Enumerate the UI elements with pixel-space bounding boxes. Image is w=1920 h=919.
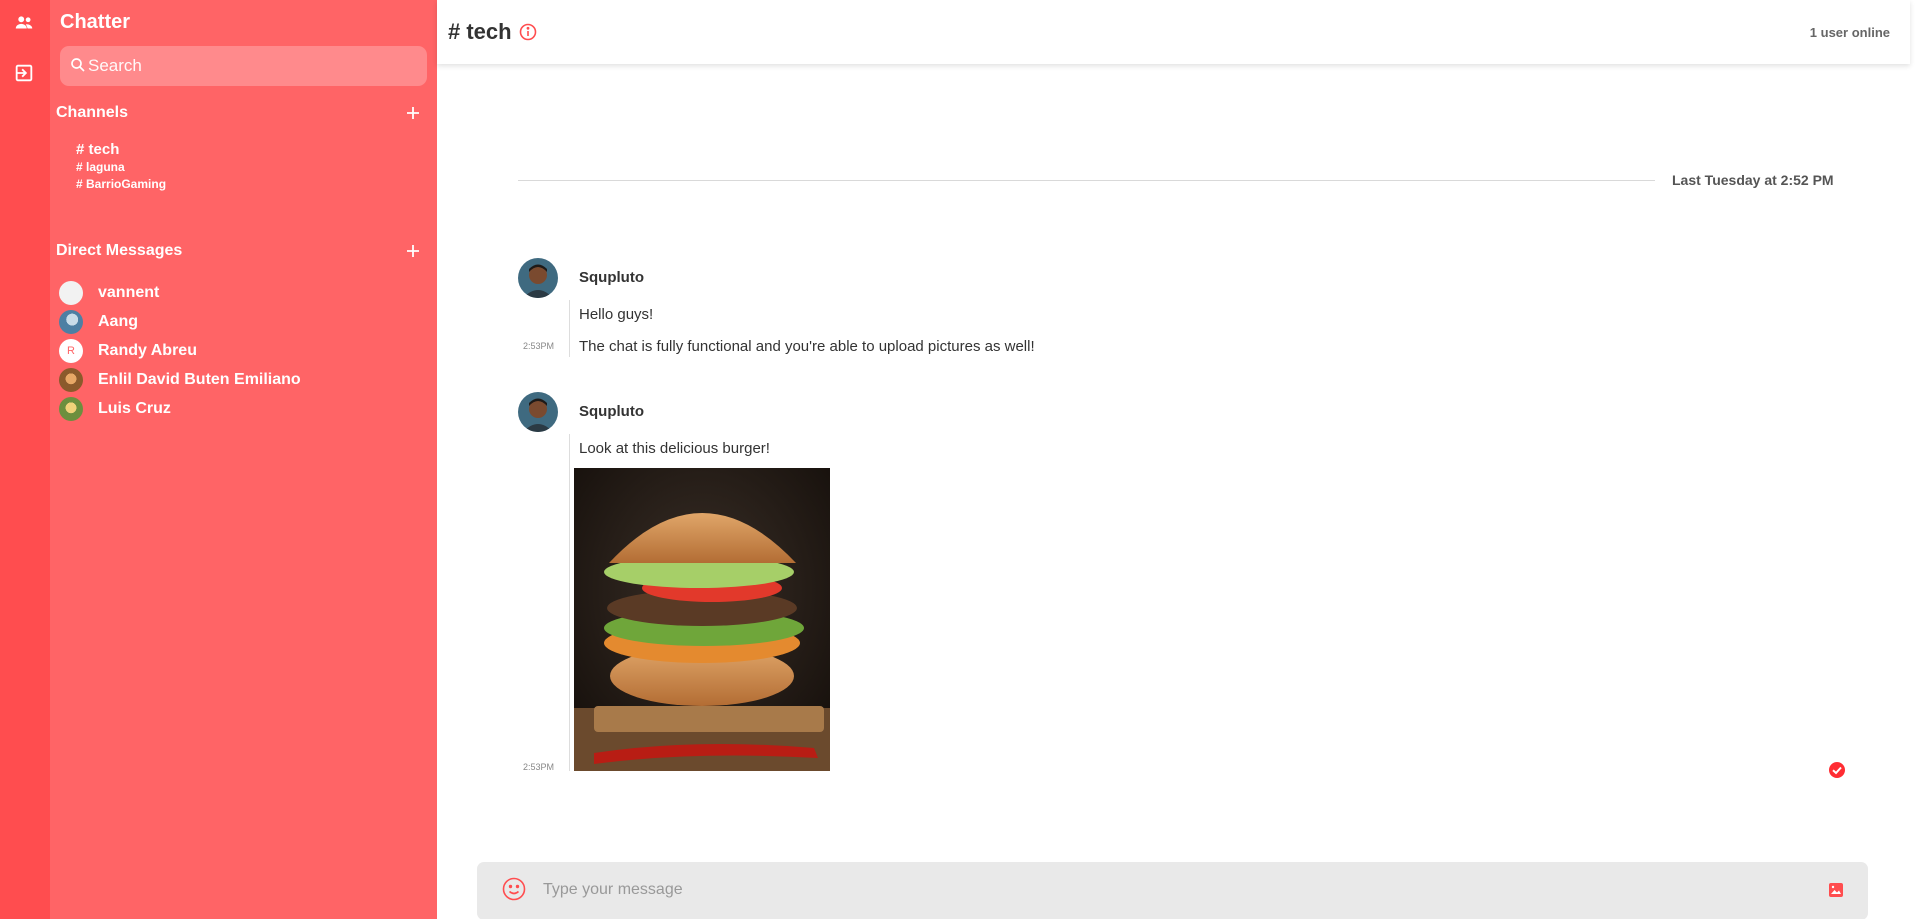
message-composer bbox=[477, 862, 1868, 919]
dm-name: Aang bbox=[98, 312, 138, 330]
dm-item-randy-abreu[interactable]: R Randy Abreu bbox=[59, 336, 301, 365]
app-name: Chatter bbox=[60, 11, 131, 33]
message-group-line bbox=[569, 434, 570, 771]
dm-name: Luis Cruz bbox=[98, 399, 171, 417]
message-author: Squpluto bbox=[579, 269, 644, 286]
date-divider: Last Tuesday at 2:52 PM bbox=[1672, 172, 1834, 188]
channel-item-barriogaming[interactable]: # BarrioGaming bbox=[76, 176, 166, 193]
dm-name: vannent bbox=[98, 283, 160, 301]
avatar-initial: R bbox=[67, 344, 75, 357]
search-input[interactable] bbox=[88, 46, 418, 86]
message-text: The chat is fully functional and you're … bbox=[579, 338, 1035, 355]
search-box[interactable] bbox=[60, 46, 427, 86]
avatar[interactable] bbox=[518, 392, 558, 432]
add-direct-message-button[interactable] bbox=[404, 242, 422, 260]
image-upload-icon[interactable] bbox=[1828, 882, 1844, 898]
dm-name: Enlil David Buten Emiliano bbox=[98, 370, 301, 388]
search-icon bbox=[71, 58, 85, 72]
avatar bbox=[59, 309, 83, 334]
channels-title: Channels bbox=[56, 104, 129, 121]
check-circle-icon bbox=[1829, 762, 1845, 778]
message-time: 2:53PM bbox=[523, 341, 555, 351]
icon-rail bbox=[0, 0, 50, 919]
sidebar: Chatter Channels # tech # laguna # Barri… bbox=[50, 0, 437, 919]
emoji-icon[interactable] bbox=[501, 876, 527, 902]
dm-item-aang[interactable]: Aang bbox=[59, 307, 301, 336]
date-divider-line bbox=[518, 180, 1655, 181]
message-group-line bbox=[569, 300, 570, 357]
direct-messages-title: Direct Messages bbox=[56, 242, 183, 259]
online-count: 1 user online bbox=[1809, 25, 1890, 40]
avatar[interactable] bbox=[518, 258, 558, 298]
info-icon[interactable] bbox=[518, 22, 538, 42]
message-input[interactable] bbox=[543, 862, 1773, 918]
dm-item-enlil-david-buten-emiliano[interactable]: Enlil David Buten Emiliano bbox=[59, 365, 301, 394]
message-author: Squpluto bbox=[579, 403, 644, 420]
dm-item-vannent[interactable]: vannent bbox=[59, 278, 301, 307]
avatar bbox=[59, 367, 83, 392]
avatar bbox=[59, 280, 83, 305]
channel-list: # tech # laguna # BarrioGaming bbox=[76, 141, 166, 193]
plus-icon bbox=[407, 107, 419, 119]
channel-item-tech[interactable]: # tech bbox=[76, 141, 166, 159]
chat-main: # tech 1 user online Last Tuesday at 2:5… bbox=[437, 0, 1920, 919]
burger-photo[interactable] bbox=[574, 468, 830, 771]
avatar bbox=[59, 396, 83, 421]
direct-message-list: vannent Aang R Randy Abreu Enlil David B… bbox=[59, 278, 301, 423]
message-text: Look at this delicious burger! bbox=[579, 440, 770, 457]
add-channel-button[interactable] bbox=[404, 104, 422, 122]
avatar: R bbox=[59, 338, 83, 363]
chat-header: # tech 1 user online bbox=[437, 0, 1910, 64]
chat-app: Chatter Channels # tech # laguna # Barri… bbox=[0, 0, 1920, 919]
message-time: 2:53PM bbox=[523, 762, 555, 772]
message-text: Hello guys! bbox=[579, 306, 654, 323]
page-title: # tech bbox=[448, 19, 512, 44]
dm-item-luis-cruz[interactable]: Luis Cruz bbox=[59, 394, 301, 423]
dm-name: Randy Abreu bbox=[98, 341, 197, 359]
logout-icon[interactable] bbox=[12, 61, 36, 85]
people-icon[interactable] bbox=[12, 11, 36, 35]
channel-item-laguna[interactable]: # laguna bbox=[76, 159, 166, 176]
plus-icon bbox=[407, 245, 419, 257]
